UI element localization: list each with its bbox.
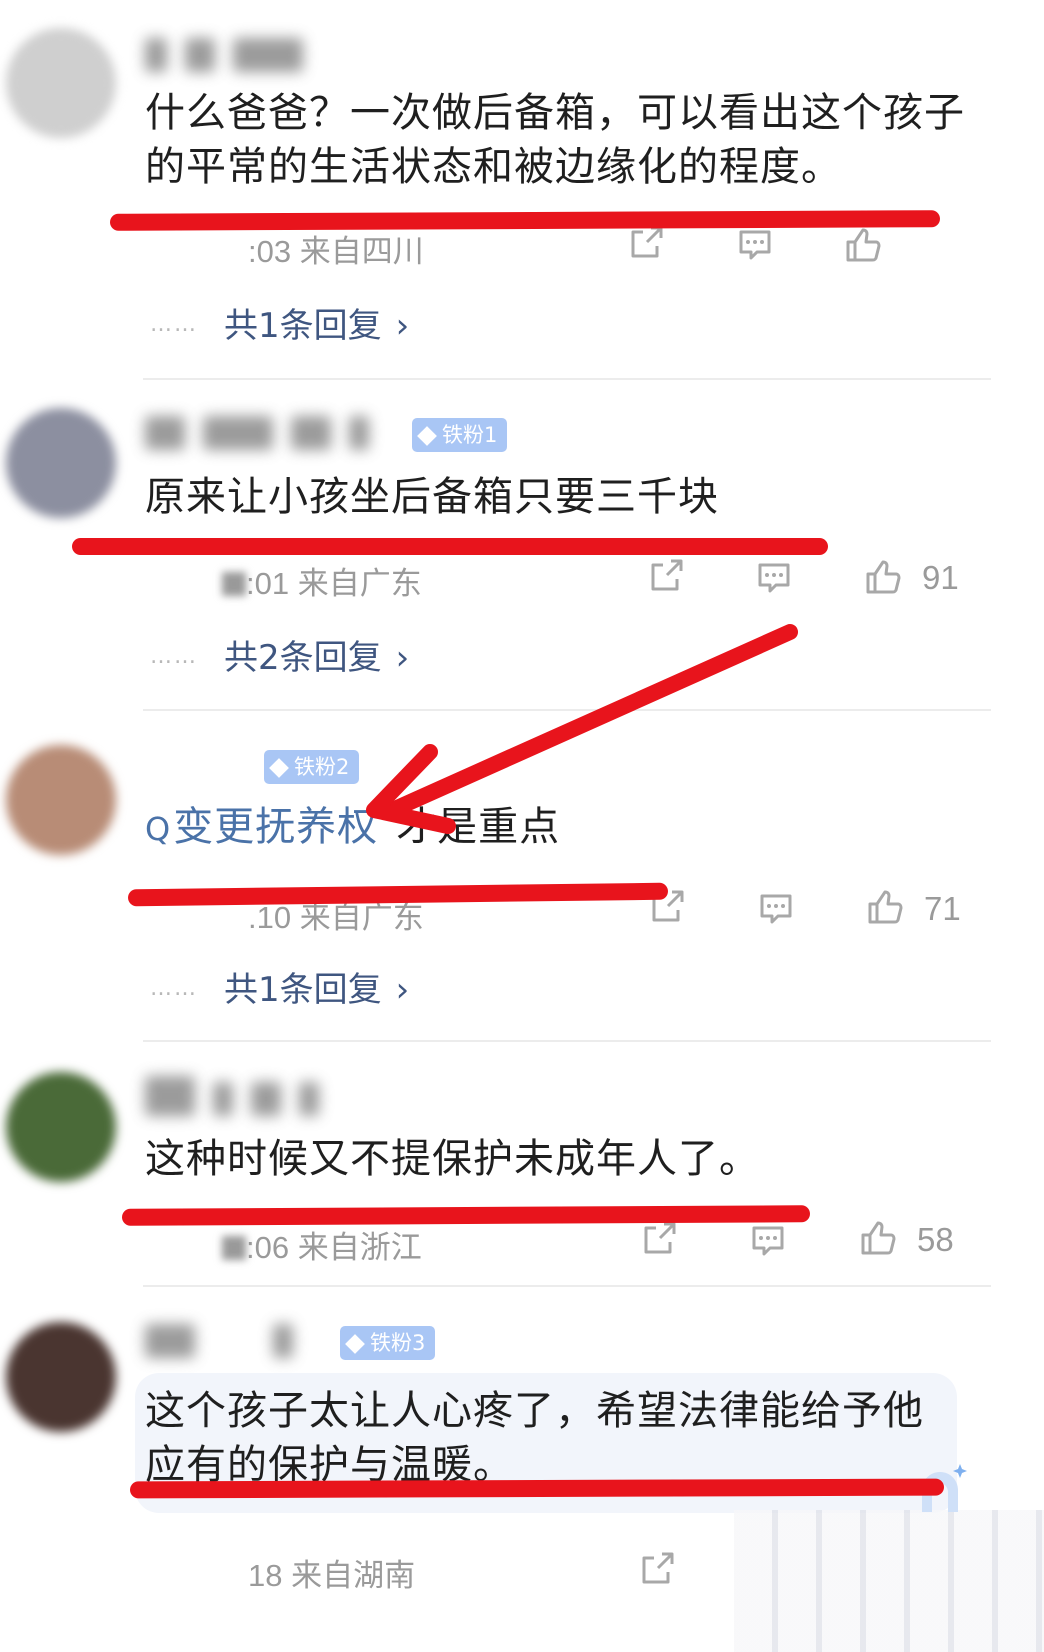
comment-meta: :01 来自广东: [222, 558, 422, 603]
comment-icon[interactable]: [735, 224, 775, 264]
share-icon[interactable]: [638, 1548, 678, 1588]
comment-meta: 18 来自湖南: [248, 1558, 416, 1593]
reply-count-link[interactable]: …… 共2条回复 ›: [150, 630, 409, 678]
comment-text: 原来让小孩坐后备箱只要三千块: [145, 474, 719, 520]
time-blurred: [222, 572, 246, 596]
diamond-icon: [269, 758, 289, 778]
comment-icon[interactable]: [756, 888, 796, 928]
comment-meta-text: :06 来自浙江: [246, 1230, 422, 1265]
comment-text-rest: 才是重点: [396, 804, 561, 850]
reply-count-label: 共1条回复: [224, 970, 382, 1010]
share-icon[interactable]: [647, 555, 687, 595]
dots-decoration: ……: [150, 644, 198, 669]
fan-badge-label: 铁粉1: [442, 423, 498, 447]
reply-count-link[interactable]: …… 共1条回复 ›: [150, 962, 409, 1010]
overlay-stripes: [734, 1510, 1044, 1652]
chevron-right-icon: ›: [395, 970, 410, 1010]
divider: [143, 1040, 991, 1042]
search-icon: Q: [145, 810, 172, 848]
like-count: 71: [924, 890, 961, 927]
chevron-right-icon: ›: [395, 638, 410, 678]
reply-count-label: 共2条回复: [224, 638, 382, 678]
like-count: 91: [922, 559, 959, 596]
fan-badge[interactable]: 铁粉3: [340, 1326, 436, 1360]
username-blurred[interactable]: [145, 38, 321, 78]
like-icon[interactable]: [862, 556, 902, 596]
username-blurred[interactable]: [145, 416, 387, 456]
diamond-icon: [417, 426, 437, 446]
reply-count-label: 共1条回复: [224, 306, 382, 346]
comment-meta: :03 来自四川: [248, 234, 424, 269]
annotation-underline: [109, 210, 941, 231]
avatar[interactable]: [6, 1072, 116, 1182]
username-blurred[interactable]: [145, 1324, 311, 1364]
like-icon[interactable]: [857, 1217, 897, 1257]
dots-decoration: ……: [150, 976, 198, 1001]
fan-badge[interactable]: 铁粉2: [264, 750, 360, 784]
username-blurred[interactable]: [145, 1076, 337, 1116]
annotation-underline: [127, 882, 669, 907]
comment-text: Q变更抚养权 才是重点: [145, 800, 975, 856]
like-icon[interactable]: [842, 224, 882, 264]
like-icon[interactable]: [864, 886, 904, 926]
annotation-underline: [72, 538, 828, 555]
divider: [143, 709, 991, 711]
chevron-right-icon: ›: [395, 306, 410, 346]
comment-meta: :06 来自浙江: [222, 1222, 422, 1267]
avatar[interactable]: [6, 408, 116, 518]
reply-count-link[interactable]: …… 共1条回复 ›: [150, 298, 409, 346]
avatar[interactable]: [6, 28, 116, 138]
annotation-underline: [129, 1478, 945, 1499]
fan-badge-label: 铁粉3: [370, 1331, 426, 1355]
dots-decoration: ……: [150, 312, 198, 337]
topic-label: 变更抚养权: [173, 804, 379, 850]
diamond-icon: [345, 1334, 365, 1354]
avatar[interactable]: [6, 745, 116, 855]
comment-text: 什么爸爸？一次做后备箱，可以看出这个孩子的平常的生活状态和被边缘化的程度。: [145, 90, 965, 190]
comment-text: 这个孩子太让人心疼了，希望法律能给予他应有的保护与温暖。: [145, 1388, 924, 1488]
time-blurred: [222, 1236, 246, 1260]
share-icon[interactable]: [640, 1218, 680, 1258]
like-count: 58: [917, 1221, 954, 1258]
divider: [143, 378, 991, 380]
comment-meta-text: :01 来自广东: [246, 566, 422, 601]
comment-icon[interactable]: [754, 557, 794, 597]
fan-badge[interactable]: 铁粉1: [412, 418, 508, 452]
avatar[interactable]: [6, 1322, 116, 1432]
comment-text: 这种时候又不提保护未成年人了。: [145, 1136, 760, 1182]
topic-link[interactable]: Q变更抚养权: [145, 804, 378, 850]
comment-icon[interactable]: [748, 1220, 788, 1260]
fan-badge-label: 铁粉2: [294, 755, 350, 779]
divider: [143, 1285, 991, 1287]
annotation-underline: [121, 1205, 811, 1226]
